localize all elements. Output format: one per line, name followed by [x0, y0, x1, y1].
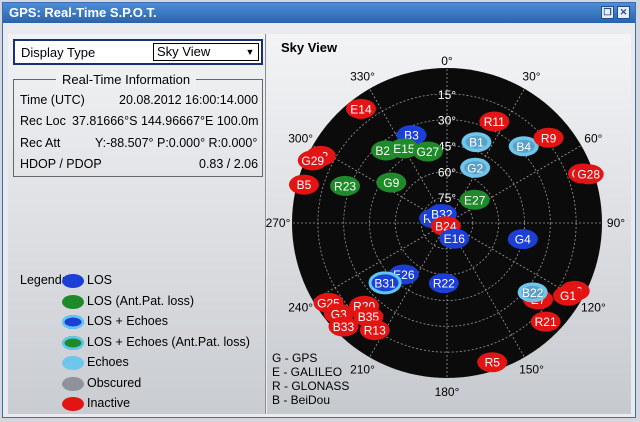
window-titlebar[interactable]: GPS: Real-Time S.P.O.T. — [3, 3, 635, 23]
sky-view-title: Sky View — [281, 40, 338, 55]
legend-item-label: Inactive — [87, 396, 131, 410]
legend-item-label: LOS + Echoes (Ant.Pat. loss) — [87, 334, 250, 349]
rec-loc-value: 37.81666°S 144.96667°E 100.0m — [72, 114, 259, 128]
legend-item-label: LOS + Echoes — [87, 314, 168, 328]
legend-item-label: Echoes — [87, 355, 129, 369]
legend-item-label: LOS (Ant.Pat. loss) — [87, 293, 194, 308]
legend-swatch-icon — [62, 315, 84, 329]
close-button[interactable]: ✕ — [617, 6, 630, 19]
legend-title: Legend: — [20, 273, 66, 287]
legend-swatch-icon — [62, 274, 84, 288]
dop-label: HDOP / PDOP — [20, 157, 102, 171]
system-key-galileo: E - GALILEO — [272, 365, 343, 379]
dropdown-arrow-icon[interactable]: ▼ — [243, 45, 257, 59]
display-type-value: Sky View — [157, 44, 211, 59]
rec-att-label: Rec Att — [20, 136, 61, 150]
display-type-label: Display Type — [21, 45, 96, 60]
legend-swatch-icon — [62, 376, 84, 391]
legend-swatch-icon — [62, 294, 84, 309]
legend-swatch-icon — [62, 335, 84, 350]
dop-value: 0.83 / 2.06 — [199, 157, 259, 171]
rec-loc-label: Rec Loc — [20, 114, 66, 128]
time-value: 20.08.2012 16:00:14.000 — [119, 93, 259, 107]
sky-view-panel — [267, 34, 631, 414]
system-key-gps: G - GPS — [272, 351, 318, 365]
panel-divider — [265, 34, 266, 414]
display-type-group: Display Type Sky View ▼ — [13, 39, 263, 65]
legend-item-label: Obscured — [87, 375, 142, 390]
system-key-beidou: B - BeiDou — [272, 393, 331, 407]
legend-item-label: LOS — [87, 273, 113, 287]
display-type-select[interactable]: Sky View ▼ — [153, 43, 259, 61]
legend-swatch-icon — [62, 356, 84, 370]
rec-att-value: Y:-88.507° P:0.000° R:0.000° — [95, 136, 258, 150]
restore-button[interactable]: ❐ — [601, 6, 614, 19]
legend-swatch-icon — [62, 397, 84, 411]
system-key-glonass: R - GLONASS — [272, 379, 350, 393]
window-title: GPS: Real-Time S.P.O.T. — [9, 5, 157, 20]
realtime-info-heading: Real-Time Information — [56, 72, 197, 87]
time-label: Time (UTC) — [20, 93, 85, 107]
